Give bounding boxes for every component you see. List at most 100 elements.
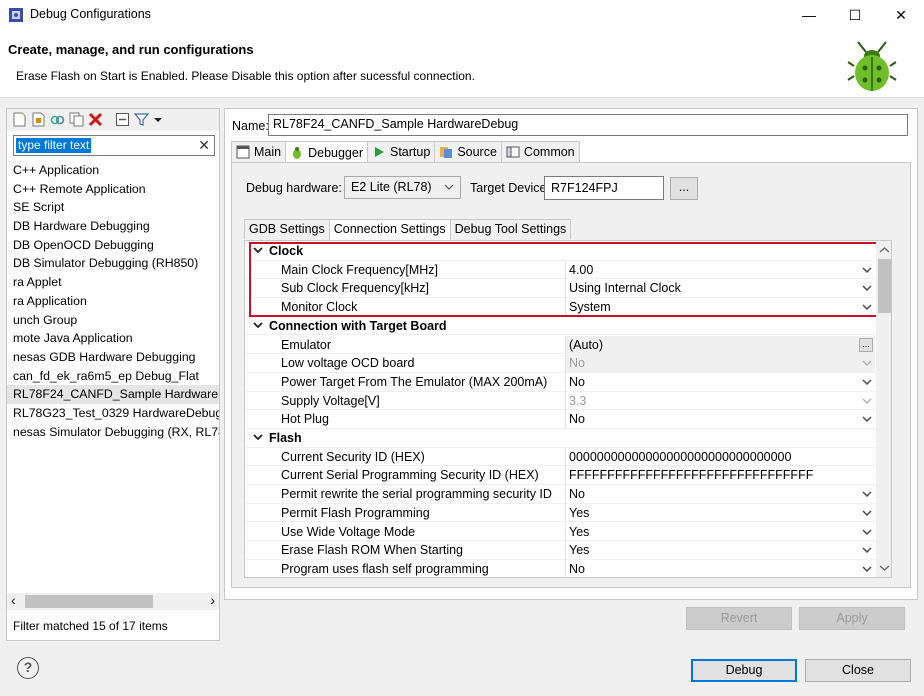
category-connection[interactable]: Connection with Target Board [245, 317, 876, 336]
chevron-down-icon[interactable] [862, 523, 872, 541]
tree-item[interactable]: ra Application [7, 292, 219, 311]
tree-item[interactable]: RL78G23_Test_0329 HardwareDebug [7, 404, 219, 423]
filter-input[interactable]: type filter text ✕ [13, 135, 215, 156]
property-row[interactable]: Current Serial Programming Security ID (… [245, 466, 876, 486]
tree-item[interactable]: C++ Application [7, 161, 219, 180]
vertical-scrollbar[interactable] [876, 241, 891, 577]
collapse-icon[interactable] [115, 112, 130, 127]
property-value[interactable]: Yes [565, 522, 875, 542]
tree-item[interactable]: nesas Simulator Debugging (RX, RL78) [7, 423, 219, 442]
property-name: Program uses flash self programming [281, 561, 489, 576]
tab-source[interactable]: Source [434, 141, 502, 162]
chevron-down-icon[interactable] [862, 354, 872, 372]
property-value[interactable]: No [565, 354, 875, 373]
tab-common[interactable]: Common [500, 141, 580, 162]
scroll-right-icon[interactable]: › [210, 592, 215, 608]
export-icon[interactable] [31, 112, 46, 127]
browse-device-button[interactable]: ... [670, 177, 698, 200]
property-row[interactable]: Current Security ID (HEX) 000000000000000… [245, 447, 876, 467]
chevron-down-icon[interactable] [862, 392, 872, 410]
property-value[interactable]: No [565, 410, 875, 429]
subtab-gdb-settings[interactable]: GDB Settings [244, 219, 330, 239]
property-value[interactable]: No [565, 485, 875, 504]
tab-main[interactable]: Main [231, 141, 287, 162]
property-value[interactable]: Yes [565, 541, 875, 560]
filter-icon[interactable] [134, 112, 149, 127]
chevron-down-icon[interactable] [862, 504, 872, 522]
property-value[interactable]: FFFFFFFFFFFFFFFFFFFFFFFFFFFFFFFF [565, 466, 875, 486]
tree-item[interactable]: DB OpenOCD Debugging [7, 236, 219, 255]
minimize-button[interactable]: — [786, 0, 832, 30]
clear-filter-icon[interactable]: ✕ [198, 137, 210, 154]
expand-chevron-icon[interactable] [253, 432, 263, 442]
subtab-connection-settings[interactable]: Connection Settings [328, 219, 451, 240]
duplicate-icon[interactable] [69, 112, 84, 127]
ellipsis-button[interactable]: ... [859, 337, 873, 352]
tab-debugger[interactable]: Debugger [285, 141, 368, 163]
property-value[interactable]: No [565, 372, 875, 392]
chevron-down-icon[interactable] [862, 410, 872, 428]
help-icon[interactable]: ? [17, 657, 39, 679]
link-icon[interactable] [50, 112, 65, 127]
property-row[interactable]: Low voltage OCD board No [245, 354, 876, 373]
property-row[interactable]: Permit rewrite the serial programming se… [245, 485, 876, 504]
category-flash[interactable]: Flash [245, 429, 876, 448]
property-row[interactable]: Erase Flash ROM When Starting Yes [245, 541, 876, 560]
property-name: Current Serial Programming Security ID (… [281, 468, 539, 483]
scroll-up-icon[interactable] [879, 245, 890, 255]
chevron-down-icon[interactable] [862, 485, 872, 503]
expand-chevron-icon[interactable] [253, 320, 263, 330]
property-value[interactable]: (Auto)... [565, 335, 875, 355]
scrollbar-thumb[interactable] [25, 595, 153, 608]
tree-item[interactable]: SE Script [7, 198, 219, 217]
subtab-debug-tool-settings[interactable]: Debug Tool Settings [449, 219, 572, 239]
chevron-down-icon[interactable] [862, 560, 872, 578]
scrollbar-thumb[interactable] [878, 259, 891, 313]
tree-item[interactable]: mote Java Application [7, 329, 219, 348]
tree-item[interactable]: nesas GDB Hardware Debugging [7, 348, 219, 367]
property-name: Power Target From The Emulator (MAX 200m… [281, 374, 548, 389]
tree-item[interactable]: ra Applet [7, 273, 219, 292]
property-value[interactable]: No [565, 559, 875, 578]
horizontal-scrollbar[interactable]: ‹ › [7, 592, 219, 610]
property-row[interactable]: Emulator (Auto)... [245, 335, 876, 355]
debug-button[interactable]: Debug [691, 659, 797, 682]
chevron-down-icon[interactable] [862, 541, 872, 559]
tree-item[interactable]: unch Group [7, 311, 219, 330]
property-name: Erase Flash ROM When Starting [281, 543, 464, 558]
revert-button[interactable]: Revert [686, 607, 792, 630]
debug-hardware-select[interactable]: E2 Lite (RL78) [344, 176, 461, 199]
target-device-field[interactable]: R7F124FPJ [544, 176, 664, 200]
apply-button[interactable]: Apply [799, 607, 905, 630]
chevron-down-icon[interactable] [153, 112, 163, 127]
tab-startup[interactable]: Startup [367, 141, 436, 162]
name-field[interactable]: RL78F24_CANFD_Sample HardwareDebug [268, 114, 908, 136]
new-config-icon[interactable] [12, 112, 27, 127]
close-window-button[interactable]: ✕ [878, 0, 924, 30]
property-row[interactable]: Use Wide Voltage Mode Yes [245, 522, 876, 542]
property-value[interactable]: Yes [565, 503, 875, 523]
config-tabs: Main Debugger Startup Source Common [231, 141, 580, 163]
tree-item[interactable]: RL78F24_CANFD_Sample HardwareDe [7, 385, 219, 404]
tree-item[interactable]: DB Simulator Debugging (RH850) [7, 254, 219, 273]
maximize-button[interactable]: ☐ [832, 0, 878, 30]
property-row[interactable]: Permit Flash Programming Yes [245, 503, 876, 523]
filter-input-text[interactable]: type filter text [16, 138, 92, 153]
close-button[interactable]: Close [805, 659, 911, 682]
delete-icon[interactable] [88, 112, 103, 127]
tree-item[interactable]: can_fd_ek_ra6m5_ep Debug_Flat [7, 367, 219, 386]
property-row[interactable]: Power Target From The Emulator (MAX 200m… [245, 372, 876, 392]
property-value-text: 3.3 [569, 393, 587, 408]
window-title: Debug Configurations [30, 7, 151, 21]
scroll-left-icon[interactable]: ‹ [11, 592, 16, 608]
property-value[interactable]: 00000000000000000000000000000000 [565, 447, 875, 467]
tree-item[interactable]: C++ Remote Application [7, 180, 219, 199]
property-row[interactable]: Program uses flash self programming No [245, 559, 876, 578]
chevron-down-icon[interactable] [862, 373, 872, 391]
property-row[interactable]: Hot Plug No [245, 410, 876, 429]
tree-item[interactable]: DB Hardware Debugging [7, 217, 219, 236]
debugger-tab-icon [293, 146, 302, 159]
property-value[interactable]: 3.3 [565, 391, 875, 411]
property-row[interactable]: Supply Voltage[V] 3.3 [245, 391, 876, 411]
scroll-down-icon[interactable] [879, 563, 890, 573]
